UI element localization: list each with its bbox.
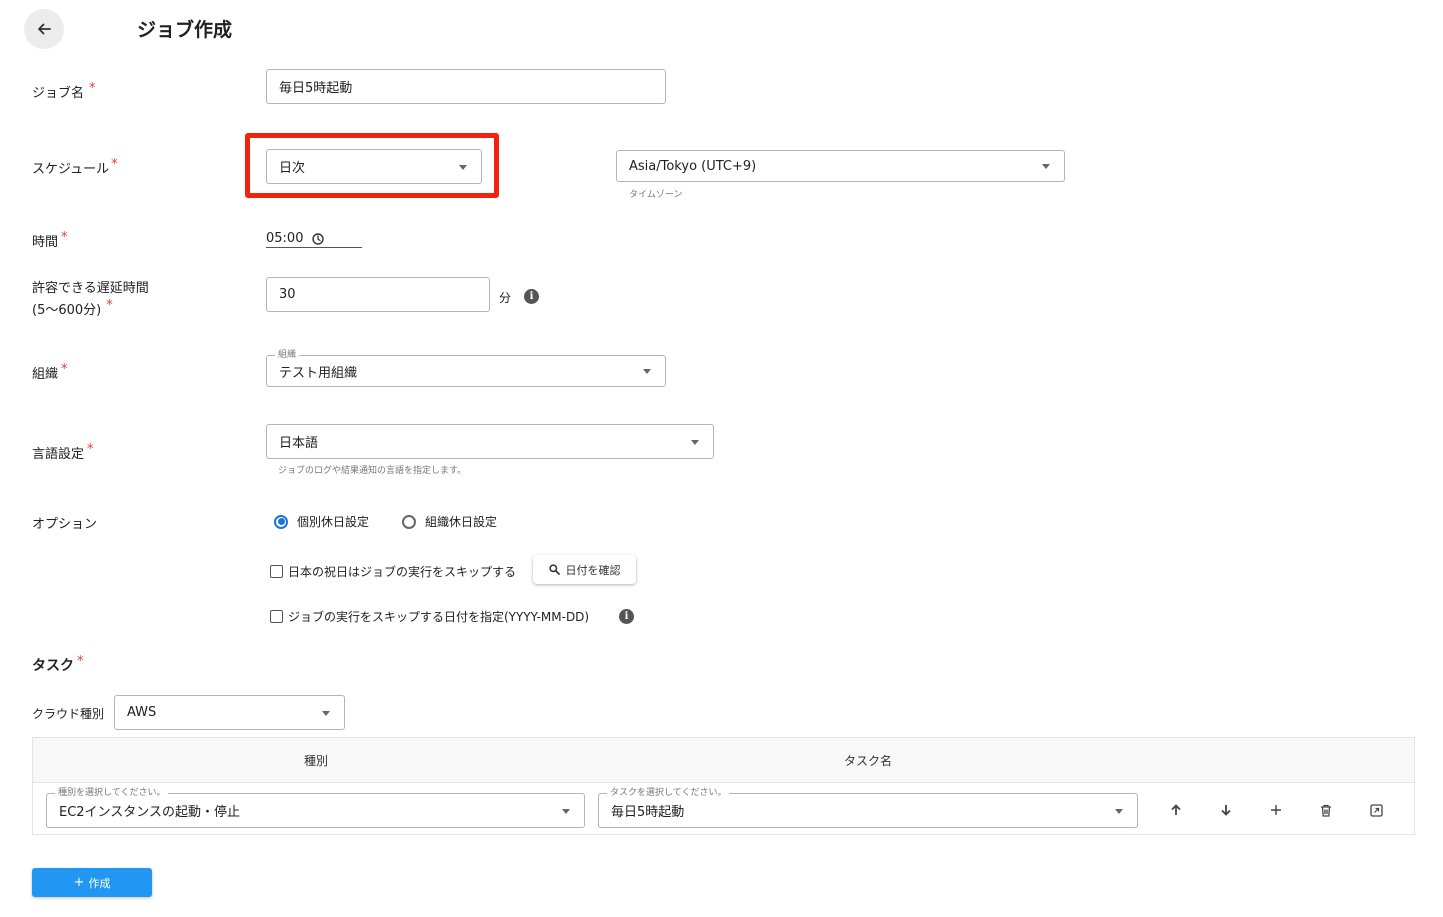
timezone-helper: タイムゾーン (629, 190, 683, 200)
language-label: 言語設定 * (32, 442, 94, 462)
clock-icon[interactable] (312, 232, 325, 245)
create-button[interactable]: + 作成 (32, 868, 152, 897)
check-date-button[interactable]: 日付を確認 (533, 555, 636, 584)
delay-unit: 分 (499, 291, 512, 305)
move-up-icon[interactable] (1167, 801, 1185, 819)
schedule-label: スケジュール * (32, 157, 118, 177)
radio-individual[interactable]: 個別休日設定 (274, 513, 369, 530)
required-mark: * (87, 442, 94, 457)
radio-org[interactable]: 組織休日設定 (402, 513, 497, 530)
page-title: ジョブ作成 (137, 19, 233, 41)
task-table-header: 種別 タスク名 (33, 738, 1414, 783)
chevron-down-icon (322, 710, 330, 716)
language-helper: ジョブのログや結果通知の言語を指定します。 (278, 466, 467, 476)
column-header-type: 種別 (304, 754, 329, 768)
cloud-type-select[interactable]: AWS (114, 695, 345, 730)
skip-dates-checkbox[interactable]: ジョブの実行をスキップする日付を指定(YYYY-MM-DD) (270, 608, 589, 625)
move-down-icon[interactable] (1217, 801, 1235, 819)
options-label: オプション (32, 517, 98, 532)
timezone-select[interactable]: Asia/Tokyo (UTC+9) (616, 150, 1065, 182)
required-mark: * (106, 298, 113, 313)
radio-checked-icon (274, 514, 288, 529)
required-mark: * (111, 157, 118, 172)
org-select[interactable]: 組織 テスト用組織 (266, 349, 666, 387)
plus-icon: + (73, 875, 85, 890)
back-button[interactable] (24, 9, 64, 49)
language-select[interactable]: 日本語 (266, 424, 714, 459)
task-type-select[interactable]: 種別を選択してください。 EC2インスタンスの起動・停止 (46, 787, 585, 828)
chevron-down-icon (1115, 808, 1123, 814)
trash-icon[interactable] (1317, 801, 1335, 819)
org-label: 組織 * (32, 362, 68, 382)
radio-unchecked-icon (402, 514, 416, 529)
chevron-down-icon (691, 439, 699, 445)
task-table: 種別 タスク名 種別を選択してください。 EC2インスタンスの起動・停止 タスク… (32, 737, 1415, 835)
required-mark: * (89, 81, 96, 96)
column-header-task-name: タスク名 (844, 754, 893, 768)
time-input[interactable]: 05:00 (266, 231, 325, 246)
add-icon[interactable] (1267, 801, 1285, 819)
job-name-input[interactable]: 毎日5時起動 (266, 69, 666, 104)
required-mark: * (61, 362, 68, 377)
tasks-title: タスク * (32, 654, 84, 674)
checkbox-icon (270, 565, 283, 578)
job-name-label: ジョブ名 * (32, 81, 96, 101)
delay-label: 許容できる遅延時間 (5〜600分) * (32, 281, 149, 318)
arrow-left-icon (38, 23, 51, 35)
chevron-down-icon (1042, 164, 1050, 169)
cloud-type-label: クラウド種別 (32, 707, 105, 721)
time-underline (266, 247, 362, 248)
search-icon (548, 564, 560, 575)
info-icon[interactable]: i (619, 609, 634, 624)
delay-input[interactable]: 30 (266, 277, 490, 312)
chevron-down-icon (562, 808, 570, 814)
required-mark: * (61, 230, 68, 245)
checkbox-icon (270, 610, 283, 623)
info-icon[interactable]: i (524, 289, 539, 304)
chevron-down-icon (643, 369, 651, 374)
copy-icon[interactable] (1367, 801, 1385, 819)
time-label: 時間 * (32, 230, 68, 250)
schedule-select[interactable]: 日次 (266, 149, 482, 184)
required-mark: * (77, 654, 84, 669)
chevron-down-icon (459, 164, 467, 170)
task-name-select[interactable]: タスクを選択してください。 毎日5時起動 (598, 787, 1138, 828)
holiday-checkbox[interactable]: 日本の祝日はジョブの実行をスキップする (270, 563, 516, 580)
